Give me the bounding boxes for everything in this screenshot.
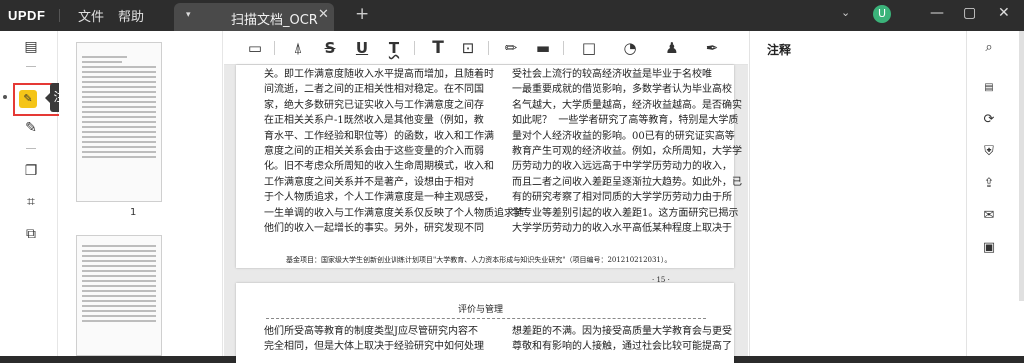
highlight-icon[interactable]: ⍋	[288, 38, 308, 58]
scrollbar[interactable]	[1019, 31, 1024, 301]
text-line: 而且二者之间收入差距呈逐渐拉大趋势。如此外，已	[512, 176, 742, 188]
page-thumbnail[interactable]	[76, 235, 162, 356]
page-right-column: 想差距的不满。因为接受高质量大学教育会与更受 尊敬和有影响的人接触，通过社会比较可…	[512, 324, 732, 355]
new-tab-button[interactable]: +	[355, 4, 369, 24]
text-line: 一最重要成就的借览影响，多数学者认为毕业高校	[512, 84, 732, 96]
stamp-icon[interactable]: ♟	[662, 38, 682, 58]
text-icon[interactable]: T	[428, 38, 448, 58]
ocr-icon[interactable]: ▤	[979, 78, 999, 98]
mail-icon[interactable]: ✉	[979, 206, 999, 226]
page-header: 评价与管理	[458, 305, 504, 315]
divider	[563, 41, 564, 55]
close-window-button[interactable]: ✕	[998, 5, 1010, 21]
text-line: 家，绝大多数研究已证实收入与工作满意度之间存	[264, 99, 484, 111]
edit-pdf-icon[interactable]: ✎	[21, 118, 41, 138]
minimize-button[interactable]: —	[930, 5, 944, 21]
text-line: 育水平、工作经验和职位等）的函数，收入和工作满	[264, 130, 494, 142]
divider	[26, 148, 36, 149]
menu-help[interactable]: 帮助	[118, 6, 144, 25]
app-body: ▤ ✎ ❐ ⌗ ⧉ ✎ 注释 1 ▭	[0, 31, 1024, 363]
shape-icon[interactable]: □	[579, 38, 599, 58]
collapse-handle[interactable]	[3, 95, 7, 99]
maximize-button[interactable]: ▢	[963, 5, 976, 21]
text-line: 想差距的不满。因为接受高质量大学教育会与更受	[512, 326, 732, 337]
reader-icon[interactable]: ▤	[21, 37, 41, 57]
page-thumbnail[interactable]	[76, 42, 162, 202]
page-left-column: 关。即工作满意度随收入水平提高而增加，且随着时 间流逝，二者之间的正相关性相对稳定…	[264, 67, 524, 236]
tab-title: 扫描文档_OCR	[231, 13, 318, 28]
comment-icon[interactable]: ▭	[245, 38, 265, 58]
divider	[266, 318, 706, 319]
footnote: 基金项目：国家级大学生创新创业训练计划项目"大学教育、人力资本形成与知识失业研究…	[286, 256, 672, 264]
underline-icon[interactable]: U	[352, 38, 372, 58]
ocr-pages-icon[interactable]: ⧉	[21, 224, 41, 244]
page-left-column: 他们所受高等教育的制度类型J应尽管研究内容不 完全相同，但是大体上取决于经验研究中…	[264, 324, 484, 355]
text-line: 意度之间的正相关关系会由于这些变量的介入而弱	[264, 146, 484, 158]
title-bar: UPDF 文件 帮助 ▾ 扫描文档_OCR ✕ + ⌄ U — ▢ ✕	[0, 0, 1024, 31]
left-toolbar: ▤ ✎ ❐ ⌗ ⧉	[0, 31, 58, 356]
text-line: 量对个人经济收益的影响。00已有的研究证实高等	[512, 130, 735, 142]
chevron-down-icon[interactable]: ⌄	[841, 6, 850, 19]
tab-close-icon[interactable]: ✕	[318, 7, 329, 22]
updf-logo: UPDF	[8, 8, 46, 23]
text-line: 名气越大，大学质量越高，经济收益越高。是否确实	[512, 99, 742, 111]
pdf-page[interactable]: 评价与管理 他们所受高等教育的制度类型J应尽管研究内容不 完全相同，但是大体上取决…	[236, 283, 734, 363]
divider	[274, 41, 275, 55]
search-icon[interactable]: ⌕	[979, 38, 999, 58]
convert-icon[interactable]: ⟳	[979, 110, 999, 130]
document-tab[interactable]: ▾ 扫描文档_OCR ✕	[174, 3, 334, 31]
text-line: 化。旧不考虑众所周知的收入生命周期模式，收入和	[264, 161, 494, 173]
text-line: 完全相同，但是大体上取决于经验研究中如何处理	[264, 341, 484, 353]
strikethrough-icon[interactable]: S	[320, 38, 340, 58]
avatar[interactable]: U	[873, 5, 891, 23]
pdf-page[interactable]: 关。即工作满意度随收入水平提高而增加，且随着时 间流逝，二者之间的正相关性相对稳定…	[236, 65, 742, 284]
eraser-icon[interactable]: ▬	[533, 38, 553, 58]
organize-pages-icon[interactable]: ❐	[21, 161, 41, 181]
divider	[414, 41, 415, 55]
signature-icon[interactable]: ✒	[702, 38, 722, 58]
protect-icon[interactable]: ⛨	[979, 142, 999, 162]
tab-dropdown-icon[interactable]: ▾	[186, 10, 191, 20]
crop-icon[interactable]: ⌗	[21, 192, 41, 212]
text-line: 受社会上流行的较高经济收益是毕业于名校唯	[512, 69, 712, 80]
pencil-icon[interactable]: ✏	[501, 38, 521, 58]
sticker-icon[interactable]: ◔	[620, 38, 640, 58]
text-line: 有的研究考察了相对同质的大学学历劳动力由于所	[512, 192, 732, 204]
text-line: 工作满意度之间关系并不是著产，设想由于相对	[264, 176, 474, 188]
text-line: 尊敬和有影响的人接触，通过社会比较可能提高了	[512, 341, 732, 353]
text-line: 于个人物质追求，个人工作满意度是一种主观感受，	[264, 192, 494, 204]
text-line: 间流逝，二者之间的正相关性相对稳定。在不同国	[264, 84, 484, 96]
divider	[26, 66, 36, 67]
save-icon[interactable]: ▣	[979, 238, 999, 258]
divider	[488, 41, 489, 55]
comment-panel: 注释	[749, 31, 965, 356]
panel-title: 注释	[767, 43, 792, 57]
annotation-toolbar: ▭ ⍋ S U T T ⊡ ✏ ▬ □ ◔ ♟ ✒	[224, 31, 748, 65]
text-line: 关。即工作满意度随收入水平提高而增加，且随着时	[264, 69, 494, 80]
text-line: 大学学历劳动力的收入水平高低某种程度上取决于	[512, 223, 732, 235]
textbox-icon[interactable]: ⊡	[458, 38, 478, 58]
menu-file[interactable]: 文件	[78, 6, 104, 25]
thumbnail-panel: 1	[59, 31, 223, 356]
text-line: 学专业等差别引起的收入差距1。这方面研究已揭示	[512, 207, 739, 219]
text-line: 如此呢？ 一些学者研究了高等教育，特别是大学质	[512, 115, 739, 127]
text-line: 他们的收入一起增长的事实。另外，研究发现不同	[264, 223, 484, 235]
divider	[59, 9, 60, 22]
comment-tool-icon[interactable]: ✎	[19, 90, 37, 108]
thumbnail-page-number: 1	[130, 207, 137, 218]
right-toolbar: ⌕ ▤ ⟳ ⛨ ⇪ ✉ ▣	[966, 31, 1024, 356]
text-line: 在正相关关系户-1既然收入是其他变量（例如，教	[264, 115, 484, 127]
page-right-column: 受社会上流行的较高经济收益是毕业于名校唯一最重要成就的借览影响，多数学者认为毕业…	[512, 67, 742, 236]
text-line: 历劳动力的收入远远高于中学学历劳动力的收入，	[512, 161, 732, 173]
squiggly-icon[interactable]: T	[384, 38, 404, 58]
text-line: 教育产生可观的经济收益。例如，众所周知，大学学	[512, 146, 742, 158]
share-icon[interactable]: ⇪	[979, 174, 999, 194]
text-line: 他们所受高等教育的制度类型J应尽管研究内容不	[264, 326, 479, 337]
text-line: 一生单调的收入与工作满意度关系仅反映了个人物质追求随	[264, 207, 524, 219]
